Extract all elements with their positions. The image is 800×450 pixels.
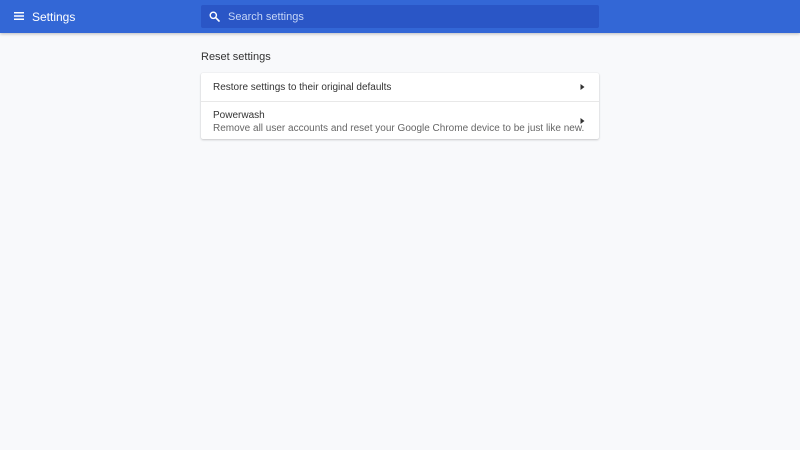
hamburger-menu-icon[interactable] bbox=[13, 10, 25, 22]
search-box[interactable] bbox=[201, 5, 599, 28]
powerwash-item[interactable]: Powerwash Remove all user accounts and r… bbox=[201, 102, 599, 139]
arrow-right-icon[interactable] bbox=[580, 84, 585, 90]
restore-defaults-item[interactable]: Restore settings to their original defau… bbox=[201, 73, 599, 101]
page-title: Settings bbox=[32, 10, 76, 24]
powerwash-label: Powerwash bbox=[213, 110, 265, 121]
arrow-right-icon[interactable] bbox=[580, 118, 585, 124]
settings-toolbar: Settings bbox=[0, 0, 800, 33]
search-icon[interactable] bbox=[209, 11, 220, 22]
restore-defaults-label: Restore settings to their original defau… bbox=[213, 82, 392, 93]
search-input[interactable] bbox=[228, 5, 588, 28]
reset-settings-card: Restore settings to their original defau… bbox=[201, 73, 599, 139]
section-title: Reset settings bbox=[201, 51, 271, 63]
powerwash-description: Remove all user accounts and reset your … bbox=[213, 123, 585, 134]
